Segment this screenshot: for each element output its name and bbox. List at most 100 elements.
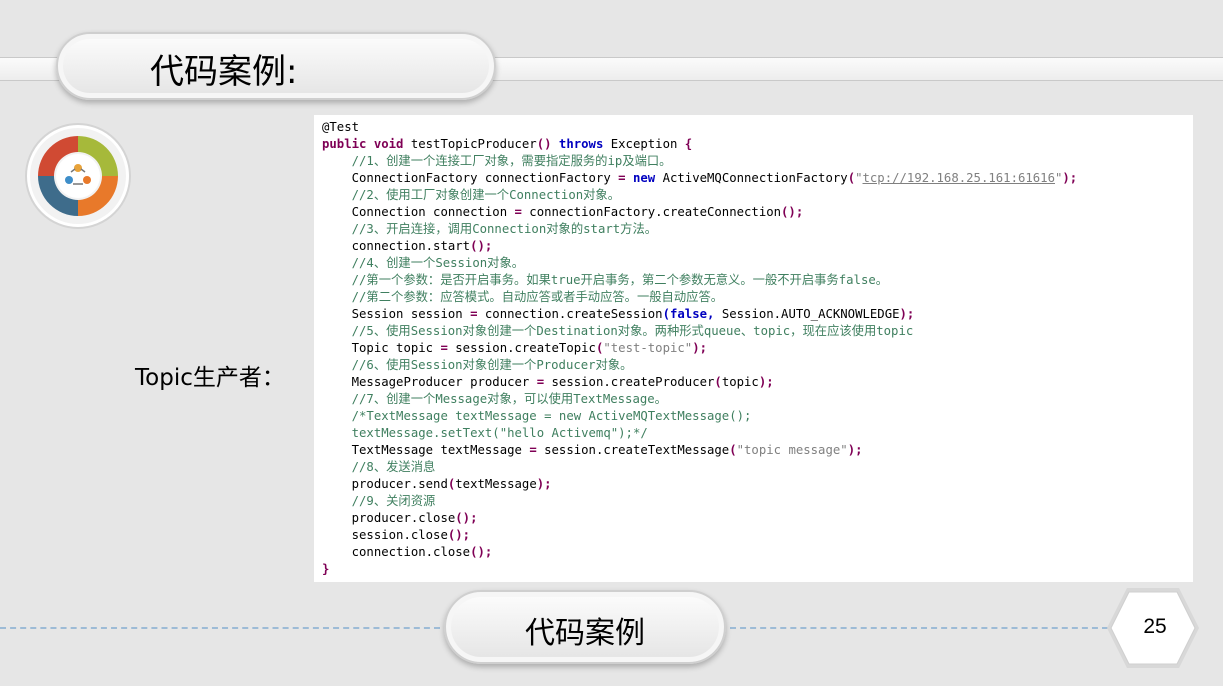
code-line: connection.close(); <box>322 544 1077 561</box>
code-token: /*TextMessage textMessage = new ActiveMQ… <box>351 409 752 423</box>
code-line: //第二个参数：应答模式。自动应答或者手动应答。一般自动应答。 <box>322 289 1077 306</box>
code-token: Topic topic <box>351 341 441 355</box>
code-line: //2、使用工厂对象创建一个Connection对象。 <box>322 187 1077 204</box>
code-token: = <box>514 205 522 219</box>
code-token: //5、使用Session对象创建一个Destination对象。两种形式que… <box>351 324 914 338</box>
circular-arrows-people-icon <box>25 123 131 229</box>
code-token: TextMessage textMessage <box>351 443 530 457</box>
code-line: //5、使用Session对象创建一个Destination对象。两种形式que… <box>322 323 1077 340</box>
code-token: @Test <box>322 120 360 134</box>
code-token: ); <box>692 341 708 355</box>
code-line: } <box>322 561 1077 578</box>
footer-title: 代码案例 <box>525 616 645 651</box>
code-token: session.createTextMessage <box>536 443 730 457</box>
footer-dashed-line-left <box>0 627 440 629</box>
code-token: } <box>322 562 330 576</box>
code-token: (false, <box>662 307 715 321</box>
code-token: Connection connection <box>351 205 515 219</box>
code-token: ( <box>714 375 722 389</box>
code-token: public void <box>322 137 404 151</box>
code-line: @Test <box>322 119 1077 136</box>
code-line: //第一个参数：是否开启事务。如果true开启事务，第二个参数无意义。一般不开启… <box>322 272 1077 289</box>
code-token: { <box>684 137 693 151</box>
code-token: (); <box>470 545 493 559</box>
code-token: " <box>855 171 863 185</box>
code-token: Session session <box>351 307 471 321</box>
code-token: session.createProducer <box>544 375 715 389</box>
code-token: connection.start <box>351 239 471 253</box>
code-line: TextMessage textMessage = session.create… <box>322 442 1077 459</box>
code-line: producer.close(); <box>322 510 1077 527</box>
code-token: //第一个参数：是否开启事务。如果true开启事务，第二个参数无意义。一般不开启… <box>351 273 889 287</box>
code-line: session.close(); <box>322 527 1077 544</box>
code-line: connection.start(); <box>322 238 1077 255</box>
code-token: new <box>632 171 656 185</box>
code-token: //7、创建一个Message对象，可以使用TextMessage。 <box>351 392 667 406</box>
code-token: //2、使用工厂对象创建一个Connection对象。 <box>351 188 621 202</box>
slide-title: 代码案例: <box>150 52 298 92</box>
code-token: testTopicProducer <box>403 137 537 151</box>
code-token: textMessage.setText("hello Activemq");*/ <box>351 426 648 440</box>
code-token: throws <box>558 137 604 151</box>
code-token: (); <box>455 511 478 525</box>
code-token: Exception <box>603 137 685 151</box>
code-token: //8、发送消息 <box>351 460 436 474</box>
code-token: ActiveMQConnectionFactory <box>655 171 848 185</box>
code-block: @Test public void testTopicProducer() thr… <box>322 119 1077 578</box>
code-line: //4、创建一个Session对象。 <box>322 255 1077 272</box>
code-line: //7、创建一个Message对象，可以使用TextMessage。 <box>322 391 1077 408</box>
code-line: Topic topic = session.createTopic("test-… <box>322 340 1077 357</box>
code-token: (); <box>781 205 804 219</box>
code-token: (); <box>470 239 493 253</box>
code-line: Connection connection = connectionFactor… <box>322 204 1077 221</box>
code-panel: @Test public void testTopicProducer() thr… <box>314 115 1193 582</box>
code-token: ( <box>847 171 856 185</box>
code-token: ); <box>758 375 774 389</box>
code-token: ); <box>847 443 863 457</box>
code-token: "topic message" <box>736 443 848 457</box>
code-line: MessageProducer producer = session.creat… <box>322 374 1077 391</box>
code-token: connection.createSession <box>477 307 663 321</box>
code-token: //9、关闭资源 <box>351 494 436 508</box>
code-token: //第二个参数：应答模式。自动应答或者手动应答。一般自动应答。 <box>351 290 724 304</box>
code-line: ConnectionFactory connectionFactory = ne… <box>322 170 1078 187</box>
code-token: //1、创建一个连接工厂对象，需要指定服务的ip及端口。 <box>351 154 672 168</box>
code-line: producer.send(textMessage); <box>322 476 1077 493</box>
code-token: topic <box>721 375 759 389</box>
code-token: = <box>618 171 626 185</box>
code-token: producer.send <box>351 477 448 491</box>
code-line: //8、发送消息 <box>322 459 1077 476</box>
code-token: //3、开启连接，调用Connection对象的start方法。 <box>351 222 658 236</box>
code-token: ); <box>536 477 552 491</box>
code-line: //6、使用Session对象创建一个Producer对象。 <box>322 357 1077 374</box>
footer-dashed-line-right <box>730 627 1108 629</box>
code-line: textMessage.setText("hello Activemq");*/ <box>322 425 1077 442</box>
code-token: = <box>470 307 478 321</box>
code-token: ); <box>1062 171 1078 185</box>
topic-producer-label: Topic生产者： <box>135 365 285 391</box>
code-token: session.createTopic <box>447 341 596 355</box>
code-token: //4、创建一个Session对象。 <box>351 256 525 270</box>
page-number: 25 <box>1143 615 1167 638</box>
code-line: //3、开启连接，调用Connection对象的start方法。 <box>322 221 1077 238</box>
code-line: public void testTopicProducer() throws E… <box>322 136 1077 153</box>
code-token: session.close <box>351 528 448 542</box>
code-token: Session.AUTO_ACKNOWLEDGE <box>714 307 900 321</box>
code-token: connectionFactory.createConnection <box>521 205 782 219</box>
code-token: connection.close <box>351 545 471 559</box>
code-token: ConnectionFactory connectionFactory <box>351 171 619 185</box>
code-token: ); <box>899 307 915 321</box>
code-token: textMessage <box>455 477 537 491</box>
code-line: Session session = connection.createSessi… <box>322 306 1077 323</box>
code-token: = <box>529 443 537 457</box>
code-token: () <box>536 137 552 151</box>
code-token: "test-topic" <box>603 341 693 355</box>
code-token: = <box>440 341 448 355</box>
code-token: //6、使用Session对象创建一个Producer对象。 <box>351 358 633 372</box>
code-token: = <box>536 375 545 389</box>
code-line: //1、创建一个连接工厂对象，需要指定服务的ip及端口。 <box>322 153 1077 170</box>
code-token: producer.close <box>351 511 456 525</box>
code-token: MessageProducer producer <box>351 375 537 389</box>
